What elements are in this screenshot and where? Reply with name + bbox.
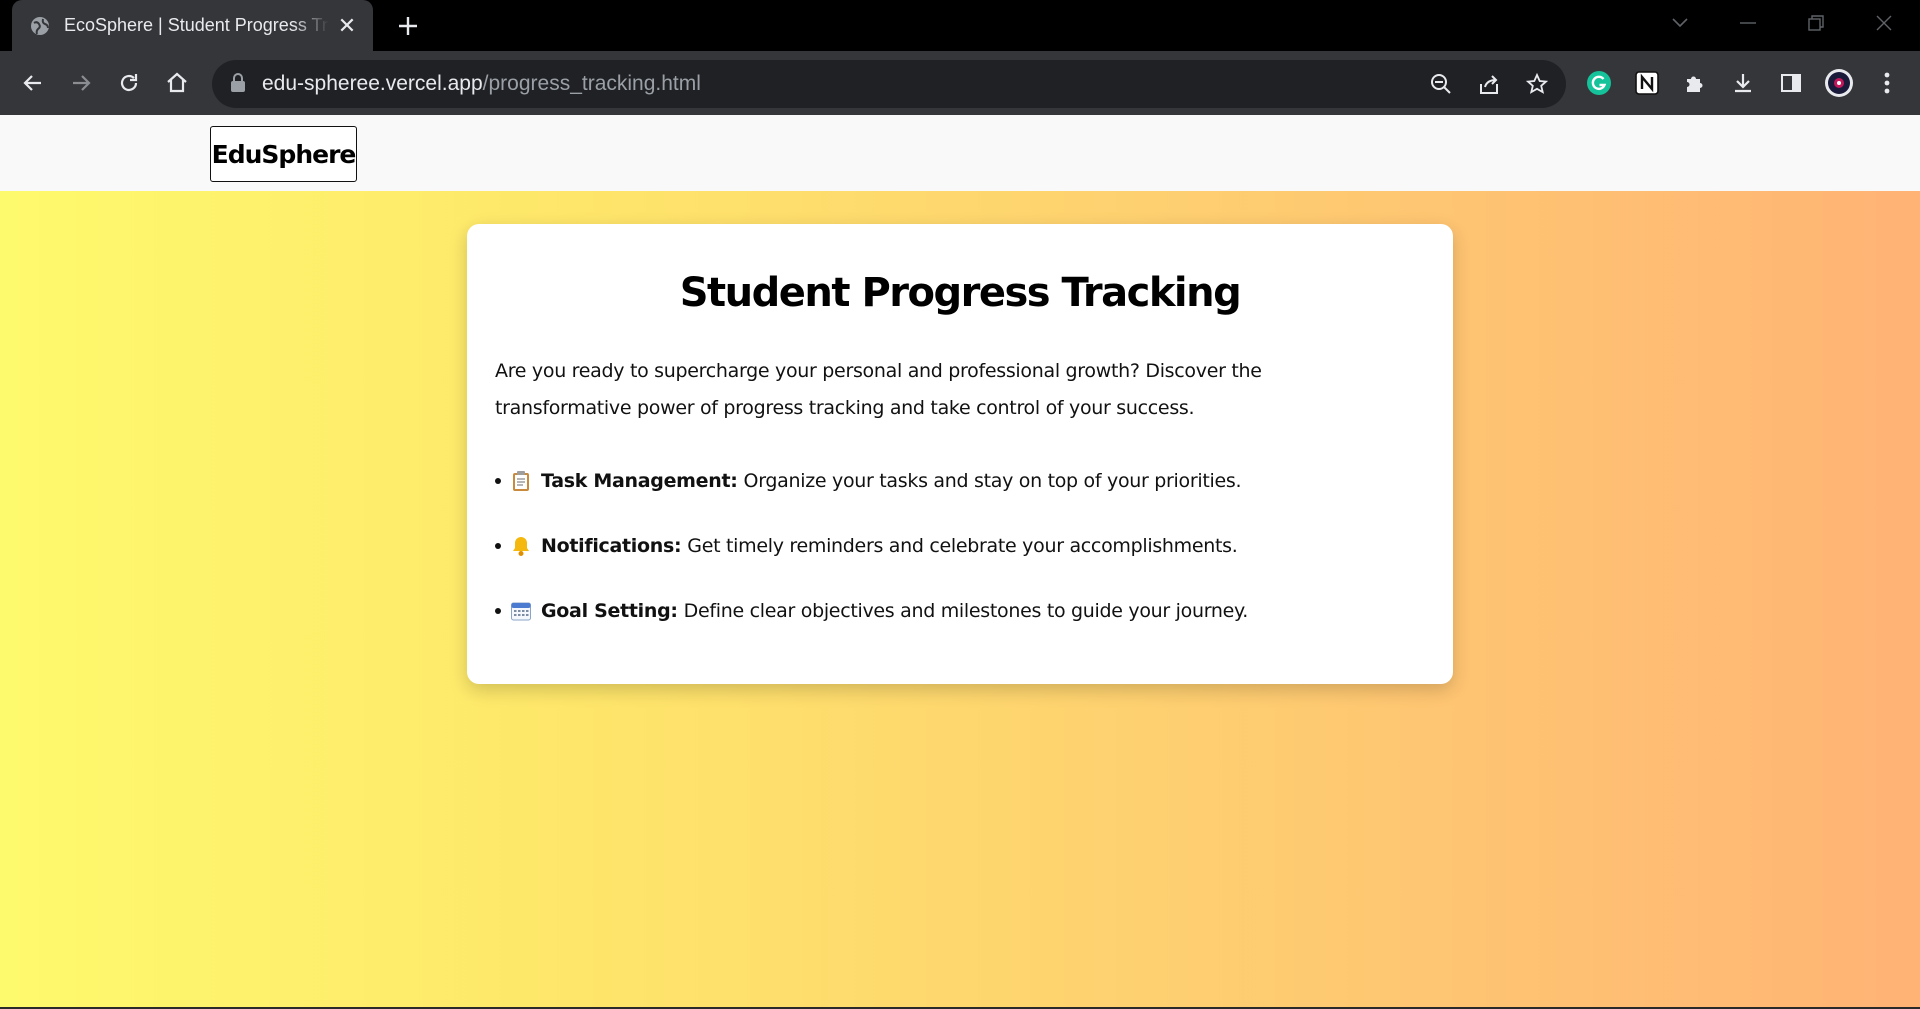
arrow-right-icon: [73, 75, 91, 91]
close-window-button[interactable]: [1869, 10, 1899, 36]
page-title: Student Progress Tracking: [679, 270, 1242, 316]
feature-description: Organize your tasks and stay on top of y…: [743, 470, 1242, 492]
reload-button[interactable]: [111, 65, 147, 101]
tab-title: EcoSphere | Student Progress Tracking: [64, 15, 329, 35]
plus-icon: [399, 17, 417, 35]
feature-name: Notifications:: [541, 535, 682, 557]
tab-search-button[interactable]: [1665, 10, 1695, 36]
url-text: edu-spheree.vercel.app/progress_tracking…: [262, 72, 701, 96]
downloads-icon[interactable]: [1727, 67, 1759, 99]
bullet-dot: [495, 608, 501, 614]
url-path: /progress_tracking.html: [482, 72, 701, 95]
address-bar[interactable]: edu-spheree.vercel.app/progress_tracking…: [212, 60, 1566, 108]
restore-icon: [1808, 15, 1824, 31]
more-menu-icon[interactable]: [1871, 67, 1903, 99]
feature-item-goal-setting: Goal Setting: Define clear objectives an…: [495, 591, 1425, 631]
side-panel-icon[interactable]: [1775, 67, 1807, 99]
grammarly-extension-icon[interactable]: [1583, 67, 1615, 99]
tab-strip: EcoSphere | Student Progress Tracking ✕: [0, 0, 1920, 51]
bullet-dot: [495, 543, 501, 549]
feature-description: Define clear objectives and milestones t…: [683, 600, 1249, 622]
lock-icon[interactable]: [230, 73, 250, 95]
page-viewport: EduSphere Student Progress Tracking Are …: [0, 115, 1920, 1009]
browser-toolbar: edu-spheree.vercel.app/progress_tracking…: [0, 51, 1920, 115]
bell-icon: [510, 535, 532, 557]
share-icon[interactable]: [1476, 71, 1502, 97]
new-tab-button[interactable]: [392, 10, 424, 42]
home-button[interactable]: [159, 65, 195, 101]
hero-section: Student Progress Tracking Are you ready …: [0, 191, 1920, 1009]
feature-name: Task Management:: [541, 470, 738, 492]
browser-tab[interactable]: EcoSphere | Student Progress Tracking ✕: [12, 0, 373, 51]
feature-item-notifications: Notifications: Get timely reminders and …: [495, 526, 1425, 566]
forward-button[interactable]: [63, 65, 99, 101]
close-tab-icon[interactable]: ✕: [335, 13, 359, 39]
calendar-icon: [510, 600, 532, 622]
back-button[interactable]: [15, 65, 51, 101]
minimize-icon: [1740, 22, 1756, 24]
arrow-left-icon: [23, 75, 41, 91]
bullet-dot: [495, 478, 501, 484]
feature-name: Goal Setting:: [541, 600, 678, 622]
bookmark-star-icon[interactable]: [1524, 71, 1550, 97]
url-host: edu-spheree.vercel.app: [262, 72, 483, 95]
close-icon: [1876, 15, 1892, 31]
site-logo[interactable]: EduSphere: [210, 126, 357, 182]
reload-icon: [120, 74, 138, 92]
chevron-down-icon: [1672, 18, 1688, 28]
clipboard-icon: [510, 470, 532, 492]
feature-description: Get timely reminders and celebrate your …: [687, 535, 1238, 557]
minimize-button[interactable]: [1733, 10, 1763, 36]
notion-extension-icon[interactable]: [1631, 67, 1663, 99]
extensions-puzzle-icon[interactable]: [1679, 67, 1711, 99]
intro-text: Are you ready to supercharge your person…: [495, 360, 1262, 419]
profile-avatar[interactable]: [1823, 67, 1855, 99]
progress-card: Student Progress Tracking Are you ready …: [467, 224, 1453, 684]
restore-button[interactable]: [1801, 10, 1831, 36]
globe-icon: [30, 16, 50, 36]
home-icon: [167, 72, 187, 93]
site-header: EduSphere: [0, 115, 1920, 191]
zoom-icon[interactable]: [1428, 71, 1454, 97]
feature-item-task-management: Task Management: Organize your tasks and…: [495, 461, 1425, 501]
feature-list: Task Management: Organize your tasks and…: [495, 461, 1425, 631]
